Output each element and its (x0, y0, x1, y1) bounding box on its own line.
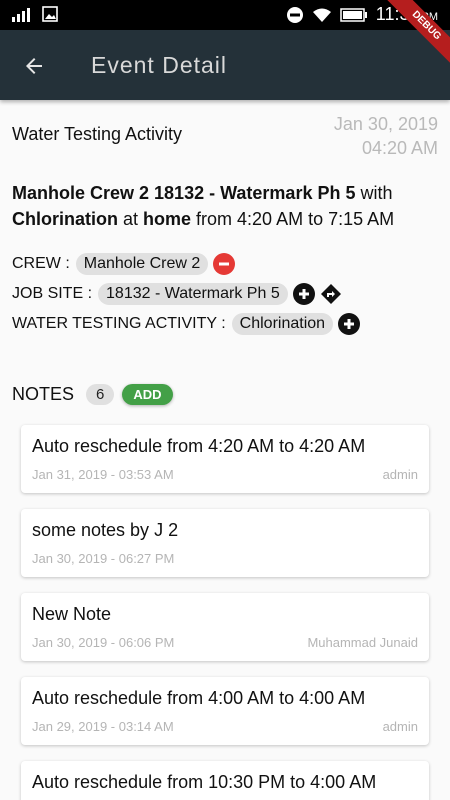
crew-label: CREW : (12, 255, 70, 272)
water-testing-row: WATER TESTING ACTIVITY : Chlorination (12, 313, 361, 335)
note-card[interactable]: Auto reschedule from 4:00 AM to 4:00 AM … (21, 677, 429, 745)
notes-label: NOTES (12, 384, 75, 404)
event-date: Jan 30, 2019 (333, 114, 438, 134)
crew-chip[interactable]: Manhole Crew 2 (75, 253, 209, 275)
do-not-disturb-icon (286, 6, 303, 23)
note-card[interactable]: Auto reschedule from 10:30 PM to 4:00 AM (21, 761, 429, 800)
summary-at: at (118, 209, 144, 229)
event-time: 04:20 AM (361, 138, 438, 158)
notes-count-badge: 6 (86, 384, 115, 405)
note-text: some notes by J 2 (32, 520, 179, 540)
note-author: admin (382, 467, 418, 482)
add-icon (298, 289, 309, 299)
signal-icon (12, 8, 30, 22)
summary-activity: Chlorination (12, 209, 118, 229)
job-site-row: JOB SITE : 18132 - Watermark Ph 5 (12, 283, 342, 305)
debug-banner: DEBUG (380, 0, 450, 70)
back-button[interactable] (18, 50, 50, 82)
add-job-site-button[interactable] (292, 283, 315, 305)
note-date: Jan 31, 2019 - 03:53 AM (32, 467, 174, 482)
note-date: Jan 29, 2019 - 03:14 AM (32, 719, 174, 734)
note-author: admin (382, 719, 418, 734)
status-left (12, 6, 58, 22)
note-text: New Note (32, 604, 112, 624)
note-text: Auto reschedule from 10:30 PM to 4:00 AM (32, 772, 377, 792)
remove-icon (219, 262, 230, 266)
job-site-chip[interactable]: 18132 - Watermark Ph 5 (98, 283, 288, 305)
add-note-button[interactable]: ADD (122, 384, 173, 405)
directions-icon (320, 284, 341, 304)
wifi-icon (312, 8, 331, 22)
battery-icon (340, 7, 367, 22)
image-icon (42, 6, 58, 22)
water-testing-label: WATER TESTING ACTIVITY : (12, 315, 226, 332)
page-title: Event Detail (91, 52, 228, 78)
event-datetime: Jan 30, 2019 04:20 AM (334, 112, 438, 160)
activity-title: Water Testing Activity (12, 124, 183, 144)
arrow-back-icon (26, 58, 42, 74)
crew-row: CREW : Manhole Crew 2 (12, 253, 236, 275)
event-detail-content: Water Testing Activity Jan 30, 2019 04:2… (0, 100, 450, 800)
add-activity-button[interactable] (338, 313, 361, 335)
summary-with: with (355, 183, 393, 203)
note-card[interactable]: some notes by J 2 Jan 30, 2019 - 06:27 P… (21, 509, 429, 577)
note-card[interactable]: New Note Jan 30, 2019 - 06:06 PM Muhamma… (21, 593, 429, 661)
remove-crew-button[interactable] (213, 253, 236, 275)
event-summary: Manhole Crew 2 18132 - Watermark Ph 5 wi… (12, 180, 438, 232)
debug-ribbon-label: DEBUG (384, 0, 450, 68)
job-site-label: JOB SITE : (12, 285, 93, 302)
note-date: Jan 30, 2019 - 06:06 PM (32, 635, 175, 650)
note-date: Jan 30, 2019 - 06:27 PM (32, 551, 175, 566)
note-text: Auto reschedule from 4:00 AM to 4:00 AM (32, 688, 366, 708)
notes-header: NOTES 6 ADD (12, 384, 173, 405)
water-testing-chip[interactable]: Chlorination (231, 313, 334, 335)
note-card[interactable]: Auto reschedule from 4:20 AM to 4:20 AM … (21, 425, 429, 493)
note-text: Auto reschedule from 4:20 AM to 4:20 AM (32, 436, 366, 456)
add-icon (344, 319, 355, 329)
summary-place: home (143, 209, 192, 229)
note-author: Muhammad Junaid (307, 635, 418, 650)
summary-range: from 4:20 AM to 7:15 AM (191, 209, 395, 229)
summary-crew: Manhole Crew 2 18132 - Watermark Ph 5 (12, 183, 356, 203)
directions-button[interactable] (320, 283, 342, 305)
